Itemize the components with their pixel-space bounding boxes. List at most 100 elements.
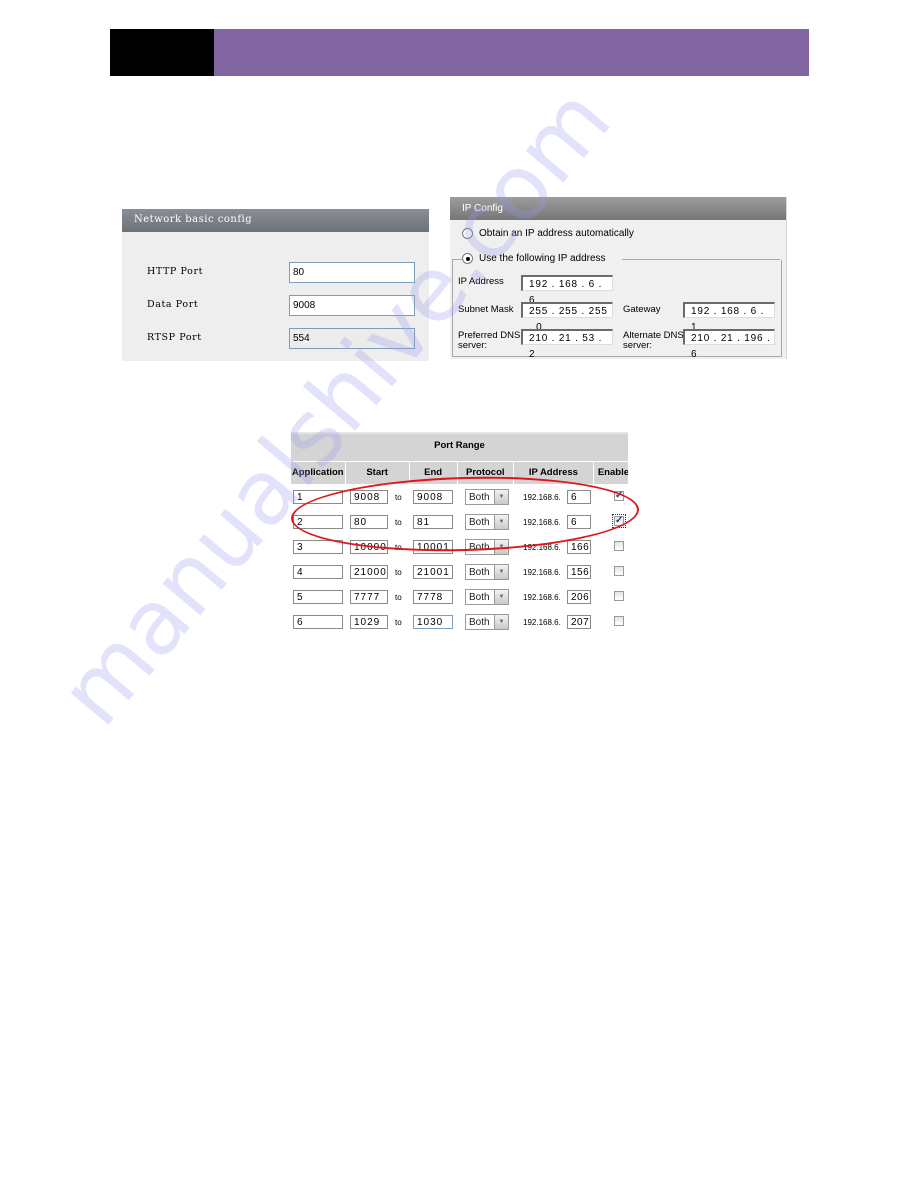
end-port-input[interactable]: 10001 bbox=[413, 540, 453, 554]
ip-last-octet-input[interactable]: 166 bbox=[567, 540, 591, 554]
header-left-block bbox=[110, 29, 214, 76]
start-port-input[interactable]: 9008 bbox=[350, 490, 388, 504]
data-port-input[interactable]: 9008 bbox=[289, 295, 415, 316]
use-following-ip-option[interactable]: Use the following IP address bbox=[462, 253, 610, 264]
table-row: 2 80 to 81 Both ▼ 192.168.6. 6 ✓ bbox=[291, 509, 628, 534]
ip-last-octet-input[interactable]: 207 bbox=[567, 615, 591, 629]
protocol-select[interactable]: Both ▼ bbox=[465, 564, 509, 580]
gateway-input[interactable]: 192 . 168 . 6 . 1 bbox=[683, 302, 775, 333]
http-port-row: HTTP Port 80 bbox=[122, 262, 429, 284]
ip-last-octet-input[interactable]: 156 bbox=[567, 565, 591, 579]
protocol-value: Both bbox=[469, 592, 490, 603]
to-label: to bbox=[395, 493, 402, 502]
rtsp-port-row: RTSP Port 554 bbox=[122, 328, 429, 350]
to-label: to bbox=[395, 618, 402, 627]
column-header-start: Start bbox=[346, 462, 410, 484]
end-port-input[interactable]: 81 bbox=[413, 515, 453, 529]
ip-prefix-label: 192.168.6. bbox=[523, 568, 561, 577]
end-port-input[interactable]: 1030 bbox=[413, 615, 453, 629]
end-port-input[interactable]: 9008 bbox=[413, 490, 453, 504]
table-row: 3 10000 to 10001 Both ▼ 192.168.6. 166 bbox=[291, 534, 628, 559]
protocol-select[interactable]: Both ▼ bbox=[465, 539, 509, 555]
application-input[interactable]: 3 bbox=[293, 540, 343, 554]
radio-checked-icon[interactable] bbox=[462, 253, 473, 264]
end-port-input[interactable]: 21001 bbox=[413, 565, 453, 579]
ip-last-octet-input[interactable]: 6 bbox=[567, 515, 591, 529]
alternate-dns-input[interactable]: 210 . 21 . 196 . 6 bbox=[683, 329, 775, 360]
enable-checkbox[interactable] bbox=[614, 591, 624, 601]
column-header-ip-address: IP Address bbox=[514, 462, 594, 484]
ip-address-label: IP Address bbox=[458, 276, 504, 287]
chevron-down-icon[interactable]: ▼ bbox=[494, 615, 508, 629]
ip-last-octet-input[interactable]: 6 bbox=[567, 490, 591, 504]
start-port-input[interactable]: 7777 bbox=[350, 590, 388, 604]
chevron-down-icon[interactable]: ▼ bbox=[494, 565, 508, 579]
application-input[interactable]: 5 bbox=[293, 590, 343, 604]
alternate-dns-label-2: server: bbox=[623, 340, 653, 351]
subnet-mask-input[interactable]: 255 . 255 . 255 . 0 bbox=[521, 302, 613, 333]
radio-unchecked-icon[interactable] bbox=[462, 228, 473, 239]
enable-checkbox[interactable] bbox=[614, 541, 624, 551]
chevron-down-icon[interactable]: ▼ bbox=[494, 590, 508, 604]
column-header-end: End bbox=[410, 462, 458, 484]
protocol-value: Both bbox=[469, 542, 490, 553]
port-range-title: Port Range bbox=[291, 432, 628, 461]
enable-checkbox[interactable]: ✓ bbox=[612, 514, 626, 528]
header-band bbox=[214, 29, 809, 76]
rtsp-port-input[interactable]: 554 bbox=[289, 328, 415, 349]
to-label: to bbox=[395, 593, 402, 602]
panel-title: Network basic config bbox=[122, 209, 429, 232]
table-body: 1 9008 to 9008 Both ▼ 192.168.6. 6 ✓ 2 80 to 81 Both ▼… bbox=[291, 484, 628, 634]
port-range-table: Port Range Application Start End Protoco… bbox=[291, 432, 628, 634]
ip-prefix-label: 192.168.6. bbox=[523, 618, 561, 627]
obtain-ip-auto-option[interactable]: Obtain an IP address automatically bbox=[462, 228, 634, 239]
application-input[interactable]: 2 bbox=[293, 515, 343, 529]
chevron-down-icon[interactable]: ▼ bbox=[494, 540, 508, 554]
table-header: Application Start End Protocol IP Addres… bbox=[291, 461, 628, 484]
preferred-dns-label-2: server: bbox=[458, 340, 488, 351]
application-input[interactable]: 6 bbox=[293, 615, 343, 629]
column-header-protocol: Protocol bbox=[458, 462, 514, 484]
http-port-input[interactable]: 80 bbox=[289, 262, 415, 283]
ip-prefix-label: 192.168.6. bbox=[523, 543, 561, 552]
ip-prefix-label: 192.168.6. bbox=[523, 593, 561, 602]
protocol-value: Both bbox=[469, 517, 490, 528]
preferred-dns-input[interactable]: 210 . 21 . 53 . 2 bbox=[521, 329, 613, 360]
network-basic-config-panel: Network basic config HTTP Port 80 Data P… bbox=[122, 209, 429, 361]
data-port-row: Data Port 9008 bbox=[122, 295, 429, 317]
enable-checkbox[interactable] bbox=[614, 616, 624, 626]
enable-checkbox[interactable] bbox=[614, 566, 624, 576]
gateway-label: Gateway bbox=[623, 304, 661, 315]
rtsp-port-label: RTSP Port bbox=[147, 332, 202, 343]
protocol-select[interactable]: Both ▼ bbox=[465, 514, 509, 530]
protocol-select[interactable]: Both ▼ bbox=[465, 489, 509, 505]
start-port-input[interactable]: 21000 bbox=[350, 565, 388, 579]
ip-prefix-label: 192.168.6. bbox=[523, 518, 561, 527]
start-port-input[interactable]: 80 bbox=[350, 515, 388, 529]
start-port-input[interactable]: 10000 bbox=[350, 540, 388, 554]
protocol-select[interactable]: Both ▼ bbox=[465, 614, 509, 630]
obtain-ip-auto-label: Obtain an IP address automatically bbox=[479, 228, 634, 239]
to-label: to bbox=[395, 568, 402, 577]
end-port-input[interactable]: 7778 bbox=[413, 590, 453, 604]
chevron-down-icon[interactable]: ▼ bbox=[494, 490, 508, 504]
checkmark-icon: ✓ bbox=[615, 490, 624, 501]
start-port-input[interactable]: 1029 bbox=[350, 615, 388, 629]
table-row: 1 9008 to 9008 Both ▼ 192.168.6. 6 ✓ bbox=[291, 484, 628, 509]
panel-title: IP Config bbox=[450, 197, 786, 220]
subnet-mask-label: Subnet Mask bbox=[458, 304, 514, 315]
protocol-value: Both bbox=[469, 492, 490, 503]
ip-prefix-label: 192.168.6. bbox=[523, 493, 561, 502]
enable-checkbox[interactable]: ✓ bbox=[614, 491, 624, 501]
column-header-application: Application bbox=[291, 462, 346, 484]
table-row: 6 1029 to 1030 Both ▼ 192.168.6. 207 bbox=[291, 609, 628, 634]
to-label: to bbox=[395, 543, 402, 552]
use-following-ip-label: Use the following IP address bbox=[479, 253, 606, 264]
chevron-down-icon[interactable]: ▼ bbox=[494, 515, 508, 529]
application-input[interactable]: 1 bbox=[293, 490, 343, 504]
application-input[interactable]: 4 bbox=[293, 565, 343, 579]
ip-address-input[interactable]: 192 . 168 . 6 . 6 bbox=[521, 275, 613, 306]
protocol-select[interactable]: Both ▼ bbox=[465, 589, 509, 605]
ip-last-octet-input[interactable]: 206 bbox=[567, 590, 591, 604]
table-row: 5 7777 to 7778 Both ▼ 192.168.6. 206 bbox=[291, 584, 628, 609]
